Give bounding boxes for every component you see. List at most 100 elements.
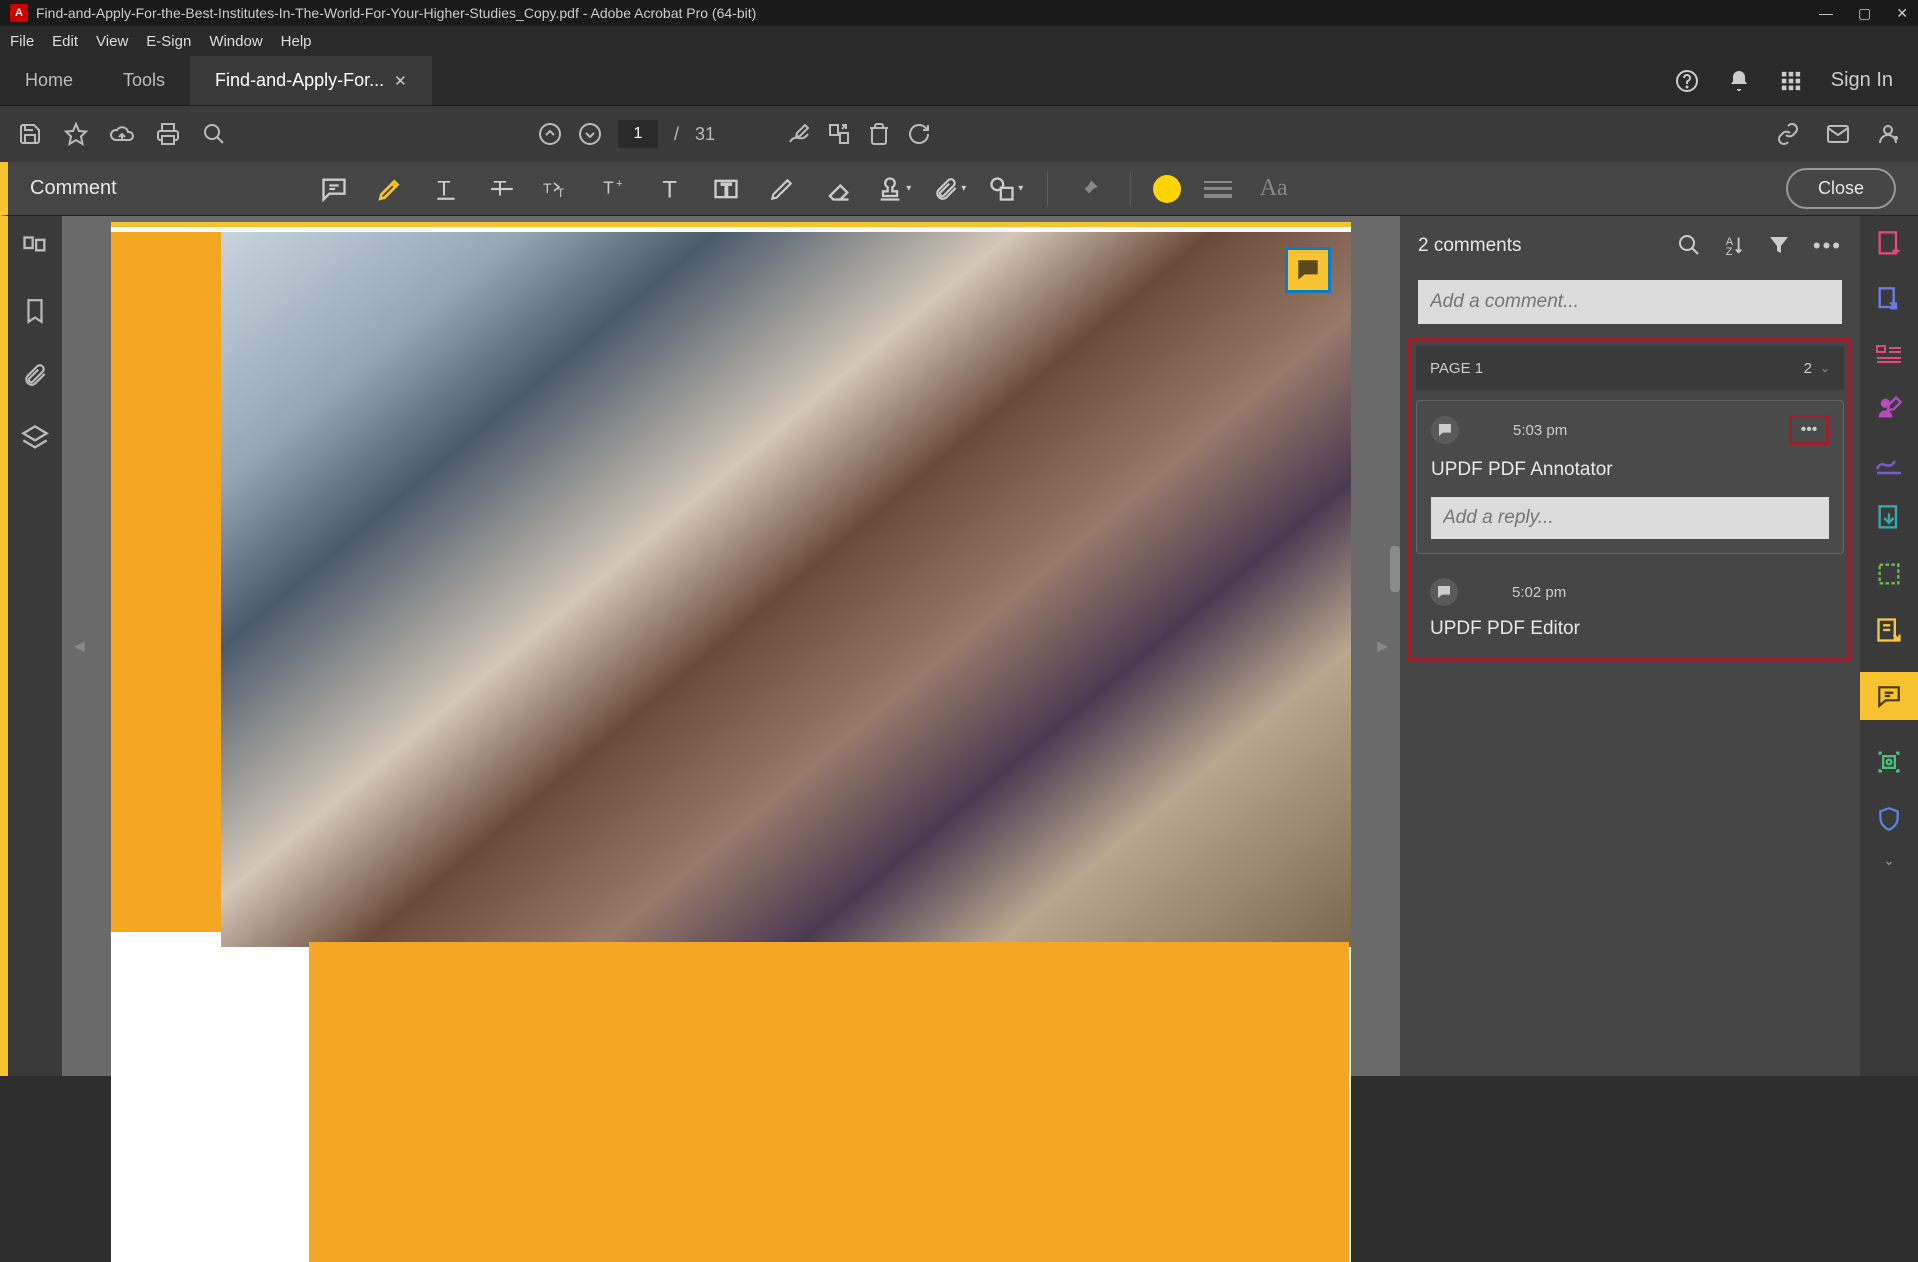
organize-icon[interactable]	[827, 122, 851, 146]
sort-comments-icon[interactable]: AZ	[1723, 233, 1745, 259]
save-icon[interactable]	[18, 122, 42, 146]
fill-sign-icon[interactable]	[1874, 450, 1904, 476]
highlight-tool-icon[interactable]	[371, 170, 409, 208]
create-pdf-icon[interactable]	[1875, 230, 1903, 258]
pin-tool-icon[interactable]	[1070, 170, 1108, 208]
underline-tool-icon[interactable]: T	[427, 170, 465, 208]
svg-text:T: T	[543, 180, 552, 196]
filter-comments-icon[interactable]	[1767, 233, 1791, 259]
add-comment-input[interactable]	[1418, 280, 1842, 324]
menu-view[interactable]: View	[96, 33, 128, 50]
menu-edit[interactable]: Edit	[52, 33, 78, 50]
layers-icon[interactable]	[21, 424, 49, 452]
menu-file[interactable]: File	[10, 33, 34, 50]
prev-page-icon[interactable]: ◀	[68, 632, 91, 661]
profile-icon[interactable]	[1876, 122, 1900, 146]
search-comments-icon[interactable]	[1677, 233, 1701, 259]
comment-time: 5:03 pm	[1513, 422, 1567, 439]
print-icon[interactable]	[156, 122, 180, 146]
zoom-icon[interactable]	[202, 122, 226, 146]
protect-icon[interactable]	[1876, 804, 1902, 834]
eraser-tool-icon[interactable]	[819, 170, 857, 208]
comment-type-icon	[1431, 416, 1459, 444]
comment-tool-icon[interactable]	[1860, 672, 1918, 720]
send-comments-icon[interactable]	[1875, 616, 1903, 644]
chevron-down-icon[interactable]: ⌄	[1820, 361, 1830, 375]
notifications-icon[interactable]	[1727, 69, 1751, 93]
page-decoration	[111, 232, 221, 932]
cloud-upload-icon[interactable]	[110, 122, 134, 146]
rotate-icon[interactable]	[907, 122, 931, 146]
page-number-input[interactable]	[618, 120, 658, 148]
replace-text-tool-icon[interactable]: TT	[539, 170, 577, 208]
link-share-icon[interactable]	[1776, 122, 1800, 146]
insert-text-tool-icon[interactable]: T+	[595, 170, 633, 208]
menu-window[interactable]: Window	[209, 33, 262, 50]
tab-close-icon[interactable]: ✕	[394, 72, 407, 90]
font-size-icon[interactable]: Aa	[1255, 170, 1293, 208]
comment-time: 5:02 pm	[1512, 584, 1566, 601]
page-content	[111, 222, 1351, 1262]
scrollbar-thumb[interactable]	[1390, 546, 1400, 592]
minimize-icon[interactable]: —	[1819, 5, 1833, 21]
page-decoration-white	[111, 1182, 309, 1262]
more-options-icon[interactable]: •••	[1813, 233, 1842, 259]
svg-text:T: T	[437, 176, 450, 201]
comment-item-1[interactable]: 5:03 pm ••• UPDF PDF Annotator	[1416, 400, 1844, 554]
color-picker[interactable]	[1153, 175, 1181, 203]
page-separator: /	[674, 124, 679, 145]
email-icon[interactable]	[1826, 122, 1850, 146]
page-up-icon[interactable]	[538, 122, 562, 146]
comment-text: UPDF PDF Annotator	[1431, 459, 1829, 481]
page-separator-row[interactable]: PAGE 1 2 ⌄	[1416, 346, 1844, 390]
sign-in-button[interactable]: Sign In	[1831, 69, 1893, 92]
tab-tools[interactable]: Tools	[98, 70, 190, 91]
stamp-tool-icon[interactable]: ▾	[875, 170, 913, 208]
apps-icon[interactable]	[1779, 69, 1803, 93]
textbox-tool-icon[interactable]: T	[707, 170, 745, 208]
pencil-tool-icon[interactable]	[763, 170, 801, 208]
request-signatures-icon[interactable]	[1875, 394, 1903, 422]
scan-ocr-icon[interactable]	[1875, 748, 1903, 776]
tab-home[interactable]: Home	[0, 70, 98, 91]
tab-document[interactable]: Find-and-Apply-For... ✕	[190, 56, 432, 105]
page-separator-label: PAGE 1	[1430, 360, 1483, 377]
export-tool-icon[interactable]	[1875, 504, 1903, 532]
strikethrough-tool-icon[interactable]: T	[483, 170, 521, 208]
comment-item-2[interactable]: 5:02 pm UPDF PDF Editor	[1416, 564, 1844, 654]
close-window-icon[interactable]: ✕	[1896, 5, 1908, 22]
star-icon[interactable]	[64, 122, 88, 146]
edit-pdf-icon[interactable]	[1875, 342, 1903, 366]
close-panel-button[interactable]: Close	[1786, 168, 1896, 209]
document-viewport[interactable]: ◀ ▶	[62, 216, 1400, 1076]
page-decoration-bottom	[309, 942, 1349, 1262]
line-weight-icon[interactable]	[1199, 170, 1237, 208]
bookmarks-icon[interactable]	[22, 296, 48, 326]
shapes-tool-icon[interactable]: ▾	[987, 170, 1025, 208]
reply-input[interactable]	[1431, 497, 1829, 539]
comment-text: UPDF PDF Editor	[1430, 618, 1830, 640]
delete-icon[interactable]	[867, 122, 891, 146]
menu-esign[interactable]: E-Sign	[146, 33, 191, 50]
sticky-note-tool-icon[interactable]	[315, 170, 353, 208]
comment-more-icon[interactable]: •••	[1789, 415, 1829, 445]
next-page-icon[interactable]: ▶	[1371, 632, 1394, 661]
export-pdf-icon[interactable]	[1875, 286, 1903, 314]
menu-help[interactable]: Help	[281, 33, 312, 50]
chevron-down-icon[interactable]: ⌄	[1883, 852, 1895, 869]
title-bar: A Find-and-Apply-For-the-Best-Institutes…	[0, 0, 1918, 26]
help-icon[interactable]	[1675, 69, 1699, 93]
organize-pages-icon[interactable]	[1875, 560, 1903, 588]
attachments-icon[interactable]	[22, 360, 48, 390]
comment-marker-icon[interactable]	[1285, 247, 1331, 293]
text-tool-icon[interactable]: T	[651, 170, 689, 208]
thumbnails-icon[interactable]	[21, 234, 49, 262]
maximize-icon[interactable]: ▢	[1858, 5, 1871, 22]
attachment-tool-icon[interactable]: ▾	[931, 170, 969, 208]
sign-tool-icon[interactable]	[787, 122, 811, 146]
svg-text:T: T	[721, 180, 731, 198]
comments-count-label: 2 comments	[1418, 235, 1677, 257]
page-down-icon[interactable]	[578, 122, 602, 146]
comment-type-icon	[1430, 578, 1458, 606]
svg-text:T: T	[603, 177, 614, 197]
